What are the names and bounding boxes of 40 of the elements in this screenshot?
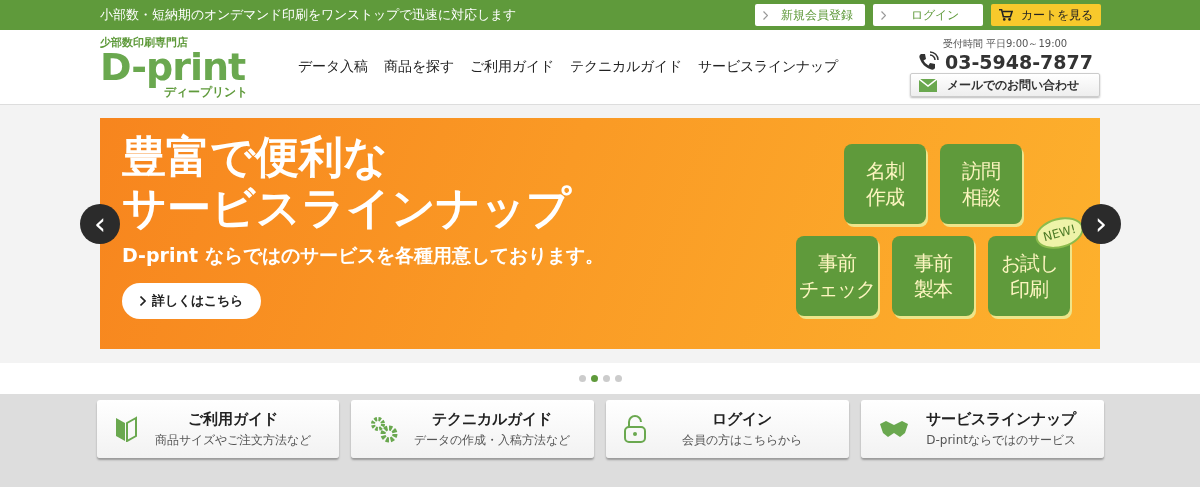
envelope-icon (919, 78, 937, 92)
tagline: 小部数・短納期のオンデマンド印刷をワンストップで迅速に対応します (100, 6, 516, 24)
nav-link[interactable]: データ入稿 (298, 58, 368, 76)
cart-icon (999, 8, 1013, 22)
next-button[interactable]: › (1081, 204, 1121, 244)
padlock-icon (624, 415, 646, 443)
phone-icon (917, 51, 939, 73)
chevron-icon (140, 296, 146, 307)
gears-icon (369, 415, 400, 443)
slide-dot[interactable] (578, 375, 586, 382)
link-card[interactable]: ログイン 会員の方はこちらから (606, 400, 849, 458)
phone-number: 03-5948-7877 (945, 51, 1093, 73)
details-button[interactable]: 詳しくはこちら (122, 283, 261, 320)
link-card[interactable]: サービスラインナップ D-printならではのサービス (860, 400, 1104, 458)
nav-link[interactable]: ご利用ガイド (470, 58, 554, 76)
previous-button[interactable]: ‹ (80, 204, 120, 244)
header-link[interactable]: 新規会員登録 (755, 4, 865, 26)
service-tile: 訪問 相談 (940, 144, 1022, 224)
link-card[interactable]: テクニカルガイド データの作成・入稿方法など (351, 400, 594, 458)
mail-button[interactable]: メールでのお問い合わせ (910, 73, 1100, 97)
nav-link[interactable]: サービスラインナップ (698, 58, 838, 76)
nav-link[interactable]: テクニカルガイド (570, 58, 682, 76)
chevron-icon (763, 10, 768, 20)
service-tile: 事前 チェック (796, 236, 878, 316)
cart-button[interactable]: カートを見る (991, 4, 1101, 26)
link-card[interactable]: ご利用ガイド 商品サイズやご注文方法など (96, 400, 340, 458)
slide-dot[interactable] (602, 375, 610, 382)
service-tile: 事前 製本 (892, 236, 974, 316)
handshake-icon (878, 418, 909, 440)
banner-subtitle: D-print ならではのサービスを各種用意しております。 (122, 243, 604, 269)
chevron-icon (881, 10, 886, 20)
beginner-mark-icon (114, 416, 137, 442)
logo-tagline: 少部数印刷専門店 (100, 36, 189, 48)
slide-dot[interactable] (614, 375, 622, 382)
banner-title: 豊富で便利な サービスラインナップ (122, 132, 571, 234)
service-tile: 名刺 作成 (844, 144, 926, 224)
header-link[interactable]: ログイン (873, 4, 983, 26)
nav-link[interactable]: 商品を探す (384, 58, 454, 76)
business-hours: 受付時間 平日9:00～19:00 (942, 37, 1068, 51)
slide-dot[interactable] (590, 375, 598, 382)
